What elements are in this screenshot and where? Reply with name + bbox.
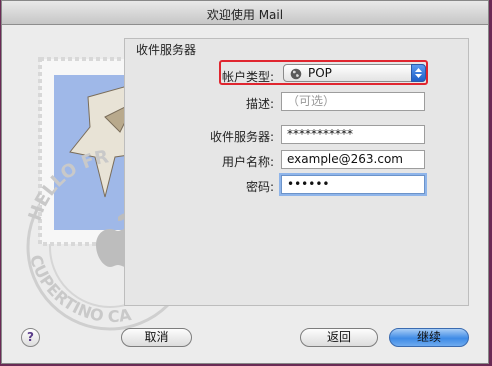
section-title: 收件服务器: [136, 43, 197, 57]
username-field[interactable]: example@263.com: [281, 150, 425, 169]
back-button[interactable]: 返回: [300, 328, 378, 347]
password-label: 密码:: [245, 180, 274, 194]
account-type-highlight: [219, 60, 428, 85]
cancel-button[interactable]: 取消: [121, 328, 192, 347]
window-title: 欢迎使用 Mail: [206, 8, 284, 22]
description-label: 描述:: [245, 97, 274, 111]
continue-button[interactable]: 继续: [389, 328, 469, 347]
password-field[interactable]: ••••••: [281, 175, 425, 194]
incoming-server-field[interactable]: ***********: [281, 125, 425, 144]
incoming-server-label: 收件服务器:: [209, 130, 274, 144]
help-button[interactable]: ?: [21, 328, 40, 347]
title-bar: 欢迎使用 Mail: [2, 1, 488, 25]
description-field[interactable]: （可选）: [281, 92, 425, 111]
username-label: 用户名称:: [221, 155, 274, 169]
